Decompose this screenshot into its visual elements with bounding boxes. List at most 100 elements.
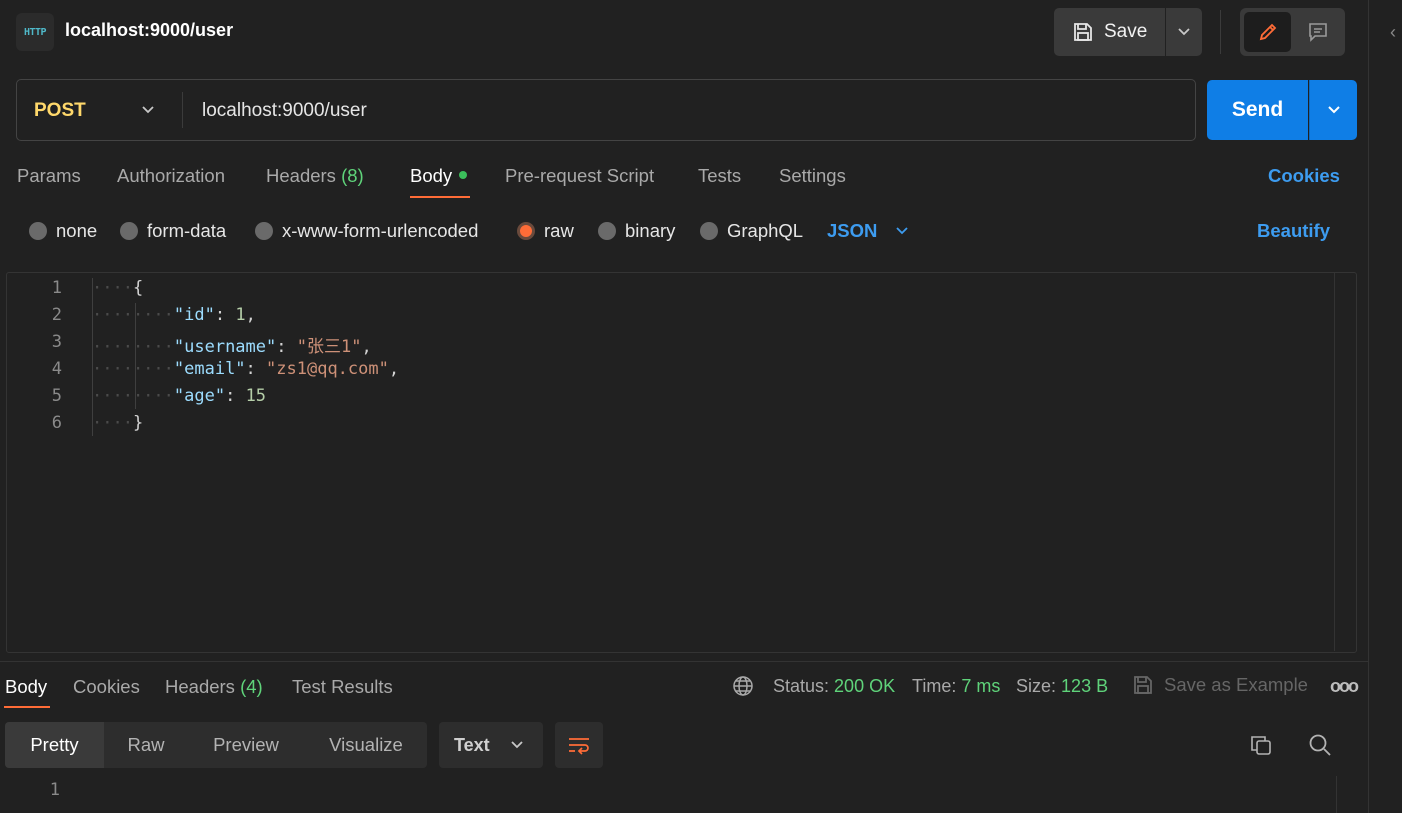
json-key: "username" <box>173 337 277 357</box>
cookies-link[interactable]: Cookies <box>1268 165 1340 187</box>
json-trail: , <box>245 305 256 325</box>
time-label: Time: <box>912 676 957 696</box>
size-value: 123 B <box>1061 676 1109 696</box>
line-number: 4 <box>51 359 62 379</box>
json-sep: : <box>214 305 236 325</box>
search-icon <box>1309 734 1331 756</box>
wrap-lines-button[interactable] <box>555 722 603 768</box>
json-trail: , <box>388 359 400 379</box>
wrap-icon <box>569 738 589 755</box>
expand-sidebar-icon[interactable]: ‹ <box>1390 22 1396 43</box>
editor-scrollbar-track[interactable] <box>1334 273 1335 651</box>
json-key: "email" <box>173 359 246 379</box>
open-brace: { <box>132 278 144 298</box>
json-sep: : <box>225 386 246 406</box>
response-time[interactable]: Time: 7 ms <box>912 676 1000 697</box>
save-options-button[interactable] <box>1166 8 1202 56</box>
radio-label: raw <box>544 220 574 241</box>
code-line: ········"age": 15 <box>92 386 267 406</box>
more-options-icon[interactable]: ooo <box>1330 676 1359 697</box>
beautify-button[interactable]: Beautify <box>1257 220 1330 242</box>
status-label: Status: <box>773 676 830 696</box>
url-input[interactable]: localhost:9000/user <box>202 100 367 122</box>
tab-headers-count: (8) <box>341 165 364 186</box>
url-bar <box>16 79 1196 141</box>
copy-icon <box>1251 736 1271 755</box>
tab-headers[interactable]: Headers (8) <box>266 165 364 187</box>
radio-label: form-data <box>147 220 227 241</box>
radio-label: binary <box>625 220 676 241</box>
line-number: 1 <box>51 278 62 298</box>
send-options-button[interactable] <box>1309 80 1357 140</box>
view-visualize[interactable]: Visualize <box>312 722 420 768</box>
chevron-down-icon <box>1327 106 1340 114</box>
send-button[interactable]: Send <box>1207 80 1308 140</box>
json-sep: : <box>245 359 267 379</box>
save-as-example-label: Save as Example <box>1164 674 1308 695</box>
close-brace: } <box>132 413 144 433</box>
response-tab-body[interactable]: Body <box>5 676 47 698</box>
radio-label: none <box>56 220 98 241</box>
tab-tests[interactable]: Tests <box>698 165 741 187</box>
method-selector[interactable]: POST <box>34 100 86 122</box>
radio-form-data[interactable]: form-data <box>120 220 226 242</box>
json-value: "张三1" <box>296 337 362 357</box>
response-divider[interactable] <box>0 661 1368 662</box>
radio-label: x-www-form-urlencoded <box>282 220 479 241</box>
response-tab-cookies[interactable]: Cookies <box>73 676 140 698</box>
tab-pre-request-script[interactable]: Pre-request Script <box>505 165 654 187</box>
radio-urlencoded[interactable]: x-www-form-urlencoded <box>255 220 478 242</box>
radio-circle <box>598 222 616 240</box>
tab-authorization[interactable]: Authorization <box>117 165 225 187</box>
radio-binary[interactable]: binary <box>598 220 675 242</box>
line-number: 5 <box>51 386 62 406</box>
pencil-icon <box>1259 23 1276 41</box>
json-sep: : <box>276 337 297 357</box>
response-active-tab-indicator <box>4 706 50 708</box>
response-tab-headers-count: (4) <box>240 676 263 697</box>
copy-response-button[interactable] <box>1249 733 1273 762</box>
json-key: "id" <box>173 305 215 325</box>
save-as-example-button[interactable]: Save as Example <box>1132 674 1308 696</box>
documentation-toggle[interactable] <box>1244 12 1291 52</box>
json-trail: , <box>361 337 372 357</box>
view-preview[interactable]: Preview <box>196 722 296 768</box>
response-tab-headers[interactable]: Headers (4) <box>165 676 263 698</box>
view-pretty[interactable]: Pretty <box>5 722 104 768</box>
json-value: 1 <box>235 305 246 325</box>
response-scrollbar-track[interactable] <box>1336 776 1337 813</box>
radio-none[interactable]: none <box>29 220 97 242</box>
response-status[interactable]: Status: 200 OK <box>773 676 895 697</box>
save-button[interactable]: Save <box>1054 8 1165 56</box>
radio-raw[interactable]: raw <box>517 220 574 242</box>
code-line: ········"username": "张三1", <box>92 337 372 357</box>
request-title[interactable]: localhost:9000/user <box>65 20 233 41</box>
status-value: 200 OK <box>834 676 896 696</box>
response-format-select[interactable]: Text <box>439 722 543 768</box>
radio-graphql[interactable]: GraphQL <box>700 220 803 242</box>
json-key: "age" <box>173 386 226 406</box>
line-number: 2 <box>51 305 62 325</box>
chevron-down-icon <box>1178 28 1190 36</box>
method-dropdown[interactable] <box>140 100 156 125</box>
comments-toggle[interactable] <box>1294 12 1341 52</box>
code-line: ····{ <box>92 278 144 298</box>
line-number: 3 <box>51 332 62 352</box>
network-info-button[interactable] <box>732 675 754 702</box>
view-raw[interactable]: Raw <box>110 722 182 768</box>
radio-circle <box>29 222 47 240</box>
tab-body[interactable]: Body <box>410 165 468 187</box>
code-line: ········"id": 1, <box>92 305 256 325</box>
body-format-select[interactable]: JSON <box>827 220 909 242</box>
save-icon <box>1074 23 1092 41</box>
search-response-button[interactable] <box>1308 733 1332 762</box>
tab-settings[interactable]: Settings <box>779 165 846 187</box>
body-editor[interactable] <box>6 272 1357 653</box>
response-size[interactable]: Size: 123 B <box>1016 676 1108 697</box>
tab-params[interactable]: Params <box>17 165 81 187</box>
chevron-down-icon <box>142 106 154 114</box>
save-icon <box>1134 676 1152 694</box>
active-tab-indicator <box>410 196 470 198</box>
json-value: "zs1@qq.com" <box>266 359 389 379</box>
response-tab-test-results[interactable]: Test Results <box>292 676 393 698</box>
